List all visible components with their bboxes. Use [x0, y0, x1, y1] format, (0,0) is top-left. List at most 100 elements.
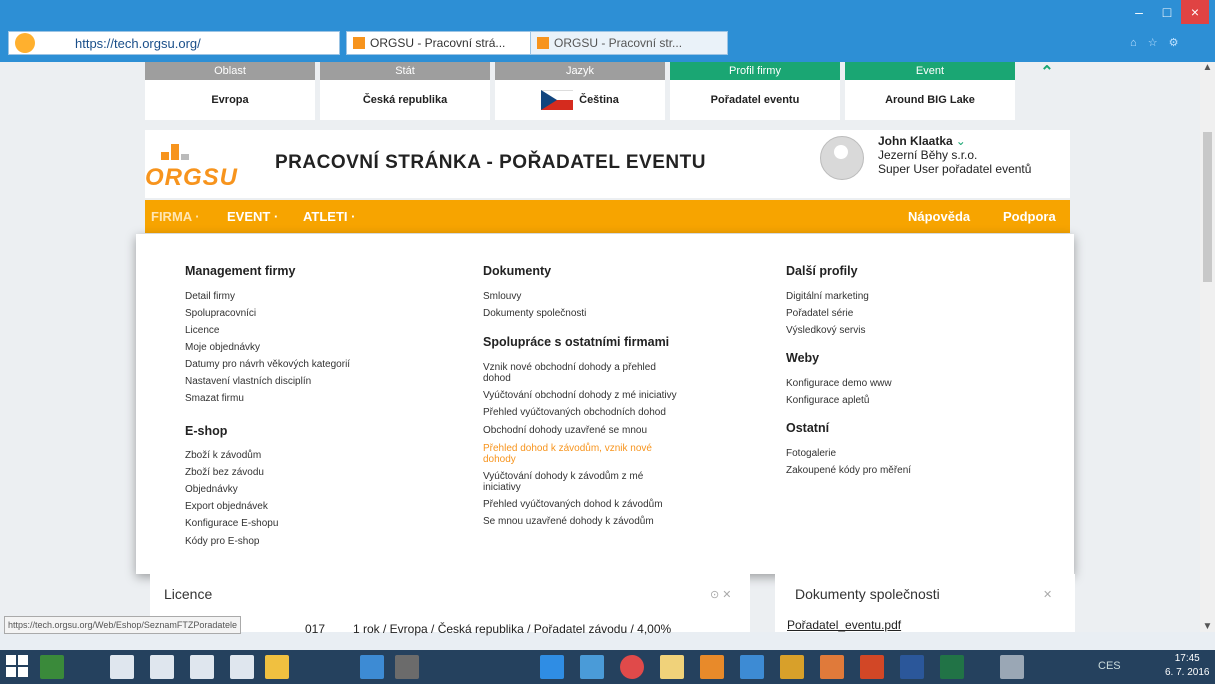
app-icon[interactable]	[620, 655, 644, 679]
app-icon[interactable]	[110, 655, 134, 679]
powerpoint-icon[interactable]	[860, 655, 884, 679]
close-icon[interactable]: ×	[1181, 0, 1209, 24]
app-icon[interactable]	[780, 655, 804, 679]
menu-item[interactable]: Konfigurace E-shopu	[185, 518, 278, 530]
menu-item[interactable]: Konfigurace apletů	[786, 395, 869, 407]
menu-item[interactable]: Digitální marketing	[786, 291, 869, 303]
browser-tab-1[interactable]: ORGSU - Pracovní strá...	[346, 31, 532, 55]
page-scrollbar[interactable]: ▲ ▼	[1200, 62, 1215, 632]
menu-item[interactable]: Objednávky	[185, 484, 238, 496]
menu-item-highlighted[interactable]: dohody	[483, 454, 516, 466]
selector-value: Čeština	[495, 80, 665, 120]
menu-item[interactable]: Detail firmy	[185, 291, 235, 303]
menu-item[interactable]: iniciativy	[483, 482, 521, 494]
avatar-icon[interactable]	[820, 136, 864, 180]
panel-title: Dokumenty společnosti	[795, 586, 940, 602]
menu-item[interactable]: Přehled vyúčtovaných obchodních dohod	[483, 407, 666, 419]
status-bar-url: https://tech.orgsu.org/Web/Eshop/SeznamF…	[4, 616, 241, 634]
system-clock[interactable]: 17:45 6. 7. 2016	[1165, 652, 1209, 680]
menu-item[interactable]: Přehled vyúčtovaných dohod k závodům	[483, 499, 663, 511]
nav-firma[interactable]: FIRMA ·	[151, 200, 200, 233]
menu-item[interactable]: Konfigurace demo www	[786, 378, 892, 390]
menu-item[interactable]: Dokumenty společnosti	[483, 308, 586, 320]
menu-item[interactable]: Export objednávek	[185, 501, 268, 513]
orgsu-logo[interactable]: ORGSU	[145, 144, 260, 194]
menu-item[interactable]: Vyúčtování obchodní dohody z mé iniciati…	[483, 390, 677, 402]
menu-item[interactable]: Pořadatel série	[786, 308, 853, 320]
clock-date: 6. 7. 2016	[1165, 667, 1210, 678]
logo-text: ORGSU	[145, 164, 239, 191]
panel-close-icon[interactable]: ✕	[1043, 588, 1052, 601]
user-info[interactable]: John Klaatka ⌄ Jezerní Běhy s.r.o. Super …	[878, 134, 1031, 176]
site-header: ORGSU PRACOVNÍ STRÁNKA - POŘADATEL EVENT…	[145, 130, 1070, 198]
selector-stat[interactable]: Stát Česká republika	[320, 62, 490, 122]
app-icon[interactable]	[360, 655, 384, 679]
licence-row-year: 017	[305, 622, 326, 636]
menu-item[interactable]: Datumy pro návrh věkových kategorií	[185, 359, 350, 371]
app-icon[interactable]	[395, 655, 419, 679]
menu-item[interactable]: Zboží bez závodu	[185, 467, 264, 479]
nav-atleti[interactable]: ATLETI ·	[303, 200, 355, 233]
scroll-down-icon[interactable]: ▼	[1200, 621, 1215, 632]
menu-item[interactable]: Obchodní dohody uzavřené se mnou	[483, 425, 647, 437]
menu-item[interactable]: dohod	[483, 373, 511, 385]
nav-podpora[interactable]: Podpora	[1003, 200, 1056, 233]
windows-taskbar: CES 17:45 6. 7. 2016	[0, 650, 1215, 684]
scroll-up-icon[interactable]: ▲	[1200, 62, 1215, 73]
collapse-up-icon[interactable]: ⌃	[1035, 62, 1059, 82]
menu-item[interactable]: Fotogalerie	[786, 448, 836, 460]
menu-item[interactable]: Smazat firmu	[185, 393, 244, 405]
excel-icon[interactable]	[940, 655, 964, 679]
menu-item[interactable]: Nastavení vlastních disciplín	[185, 376, 311, 388]
app-icon[interactable]	[700, 655, 724, 679]
panel-close-icon[interactable]: ⊙ ✕	[710, 588, 732, 601]
selector-profil[interactable]: Profil firmy Pořadatel eventu	[670, 62, 840, 122]
nav-napoveda[interactable]: Nápověda	[908, 200, 970, 233]
selector-jazyk[interactable]: Jazyk Čeština	[495, 62, 665, 122]
app-icon[interactable]	[190, 655, 214, 679]
app-icon[interactable]	[150, 655, 174, 679]
selector-caption: Profil firmy	[670, 62, 840, 80]
menu-item[interactable]: Licence	[185, 325, 219, 337]
logo-bars-icon	[161, 144, 191, 160]
menu-item[interactable]: Kódy pro E-shop	[185, 536, 260, 548]
app-icon[interactable]	[820, 655, 844, 679]
app-icon[interactable]	[40, 655, 64, 679]
menu-item[interactable]: Zboží k závodům	[185, 450, 261, 462]
selector-oblast[interactable]: Oblast Evropa	[145, 62, 315, 122]
tray-language[interactable]: CES	[1098, 660, 1121, 672]
menu-item[interactable]: Výsledkový servis	[786, 325, 865, 337]
menu-item[interactable]: Se mnou uzavřené dohody k závodům	[483, 516, 654, 528]
windows-start-icon[interactable]	[6, 655, 30, 679]
minimize-icon[interactable]: –	[1125, 0, 1153, 24]
keyboard-icon[interactable]	[1000, 655, 1024, 679]
menu-item[interactable]: Zakoupené kódy pro měření	[786, 465, 911, 477]
menu-item[interactable]: Moje objednávky	[185, 342, 260, 354]
menu-item[interactable]: Spolupracovníci	[185, 308, 256, 320]
menu-heading: E-shop	[185, 424, 228, 438]
app-icon[interactable]	[740, 655, 764, 679]
menu-item[interactable]: Smlouvy	[483, 291, 521, 303]
chevron-down-icon[interactable]: ⌄	[956, 134, 966, 148]
ie-browser-icon[interactable]	[540, 655, 564, 679]
selector-caption: Stát	[320, 62, 490, 80]
word-icon[interactable]	[900, 655, 924, 679]
address-bar[interactable]: https://tech.orgsu.org/	[8, 31, 340, 55]
app-icon[interactable]	[580, 655, 604, 679]
home-icon[interactable]: ⌂ ☆ ⚙	[1130, 36, 1182, 49]
selector-value: Around BIG Lake	[845, 80, 1015, 120]
maximize-icon[interactable]: □	[1153, 0, 1181, 24]
document-link[interactable]: Pořadatel_eventu.pdf	[787, 618, 901, 632]
app-icon[interactable]	[230, 655, 254, 679]
app-icon[interactable]	[265, 655, 289, 679]
app-icon[interactable]	[660, 655, 684, 679]
browser-tab-2[interactable]: ORGSU - Pracovní str...	[530, 31, 728, 55]
selector-caption: Jazyk	[495, 62, 665, 80]
nav-event[interactable]: EVENT ·	[227, 200, 278, 233]
browser-titlebar: – □ × https://tech.orgsu.org/ ORGSU - Pr…	[0, 0, 1215, 62]
back-icon[interactable]	[15, 33, 35, 53]
documents-panel: Dokumenty společnosti ✕ Pořadatel_eventu…	[775, 574, 1075, 632]
tab-label: ORGSU - Pracovní str...	[554, 36, 683, 50]
selector-event[interactable]: Event Around BIG Lake	[845, 62, 1015, 122]
scroll-thumb[interactable]	[1203, 132, 1212, 282]
